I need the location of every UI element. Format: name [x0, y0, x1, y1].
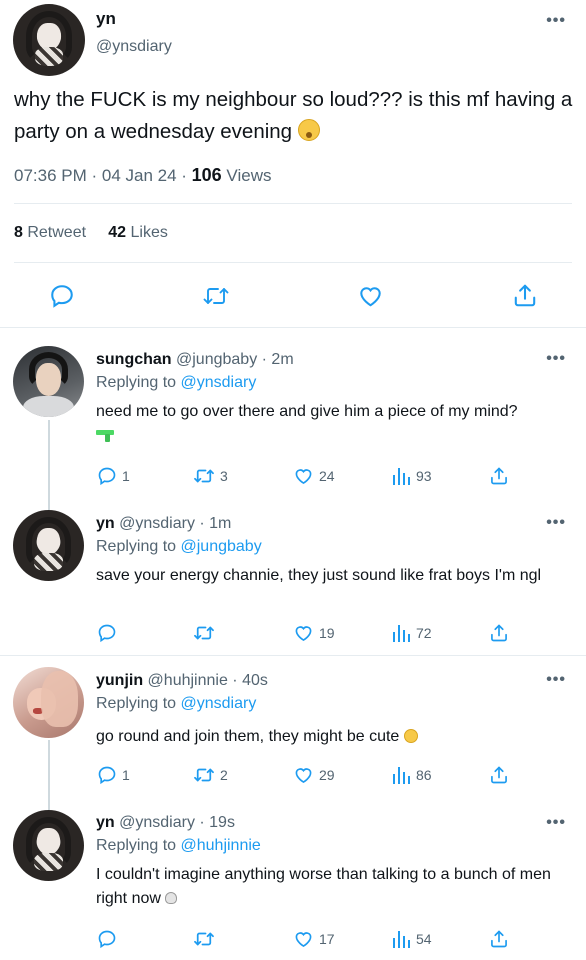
main-tweet: yn @ynsdiary ••• why the FUCK is my neig…: [0, 0, 586, 328]
action-bar: 1 2 29 86: [0, 765, 586, 787]
retweet-button[interactable]: 2: [193, 765, 228, 785]
share-button[interactable]: [489, 466, 509, 486]
mention-link[interactable]: @huhjinnie: [181, 837, 261, 854]
reply-text: save your energy channie, they just soun…: [96, 567, 542, 584]
reply-author[interactable]: sungchan @jungbaby · 2m: [96, 351, 294, 369]
reply-author[interactable]: yn @ynsdiary · 1m: [96, 515, 231, 533]
divider: [0, 327, 586, 328]
skull-icon: [165, 891, 178, 904]
reply-author[interactable]: yn @ynsdiary · 19s: [96, 814, 235, 832]
like-icon[interactable]: [357, 283, 384, 309]
reply-count: 1: [122, 767, 130, 783]
retweet-icon[interactable]: [202, 283, 230, 309]
mention-link[interactable]: @ynsdiary: [181, 374, 257, 391]
like-button[interactable]: 29: [293, 765, 335, 785]
share-button[interactable]: [489, 765, 509, 785]
more-options-icon[interactable]: •••: [546, 350, 566, 368]
reply-text: go round and join them, they might be cu…: [96, 725, 566, 749]
replying-to: Replying to @jungbaby: [96, 538, 262, 555]
reply-button[interactable]: 1: [97, 765, 130, 785]
retweet-button[interactable]: [193, 623, 220, 643]
retweet-count: 2: [220, 767, 228, 783]
avatar[interactable]: [13, 667, 84, 738]
dizzy-face-icon: [297, 119, 320, 141]
smirking-face-icon: [403, 729, 418, 743]
likes-stat[interactable]: 42 Likes: [108, 224, 168, 241]
views-count: 93: [416, 468, 432, 484]
share-button[interactable]: [489, 623, 509, 643]
divider: [14, 203, 572, 204]
reply-text: need me to go over there and give him a …: [96, 400, 566, 447]
replying-to: Replying to @ynsdiary: [96, 374, 257, 391]
share-icon[interactable]: [512, 282, 538, 309]
share-button[interactable]: [489, 929, 509, 949]
views-count: 106: [191, 165, 222, 185]
avatar[interactable]: [13, 510, 84, 581]
reply-icon[interactable]: [49, 283, 75, 309]
like-button[interactable]: 17: [293, 929, 335, 949]
like-button[interactable]: 24: [293, 466, 335, 486]
avatar[interactable]: [13, 4, 85, 76]
reply-button[interactable]: [97, 929, 122, 949]
retweet-count: 3: [220, 468, 228, 484]
retweet-stat[interactable]: 8 Retweet: [14, 224, 86, 241]
reply-button[interactable]: 1: [97, 466, 130, 486]
replying-to: Replying to @ynsdiary: [96, 695, 257, 712]
more-options-icon[interactable]: •••: [546, 514, 566, 532]
like-count: 24: [319, 468, 335, 484]
more-options-icon[interactable]: •••: [546, 12, 566, 30]
views-count: 72: [416, 625, 432, 641]
tweet-timestamp: 07:36 PM · 04 Jan 24 ·: [14, 166, 192, 185]
reply-count: 1: [122, 468, 130, 484]
water-pistol-icon: [96, 429, 114, 442]
views-button[interactable]: 93: [393, 466, 432, 486]
like-count: 19: [319, 625, 335, 641]
retweet-button[interactable]: [193, 929, 220, 949]
divider: [0, 655, 586, 656]
views-count: 86: [416, 767, 432, 783]
replying-to: Replying to @huhjinnie: [96, 837, 261, 854]
views-button[interactable]: 86: [393, 765, 432, 785]
action-bar: 1 3 24 93: [0, 466, 586, 488]
author-handle[interactable]: @ynsdiary: [96, 38, 172, 56]
action-bar: 17 54: [0, 929, 586, 951]
author-name[interactable]: yn: [96, 9, 116, 29]
tweet-meta: 07:36 PM · 04 Jan 24 · 106 Views: [14, 165, 271, 186]
mention-link[interactable]: @jungbaby: [181, 538, 262, 555]
views-button[interactable]: 54: [393, 929, 432, 949]
reply-button[interactable]: [97, 623, 122, 643]
more-options-icon[interactable]: •••: [546, 671, 566, 689]
like-button[interactable]: 19: [293, 623, 335, 643]
views-label: Views: [221, 166, 272, 185]
action-bar: 19 72: [0, 623, 586, 645]
tweet-text: why the FUCK is my neighbour so loud??? …: [14, 88, 573, 143]
avatar[interactable]: [13, 810, 84, 881]
like-count: 17: [319, 931, 335, 947]
retweet-button[interactable]: 3: [193, 466, 228, 486]
views-button[interactable]: 72: [393, 623, 432, 643]
views-count: 54: [416, 931, 432, 947]
avatar[interactable]: [13, 346, 84, 417]
mention-link[interactable]: @ynsdiary: [181, 695, 257, 712]
reply-text: I couldn't imagine anything worse than t…: [96, 866, 551, 907]
divider: [14, 262, 572, 263]
like-count: 29: [319, 767, 335, 783]
reply-author[interactable]: yunjin @huhjinnie · 40s: [96, 672, 268, 690]
more-options-icon[interactable]: •••: [546, 814, 566, 832]
engagement-stats: 8 Retweet 42 Likes: [14, 224, 168, 242]
